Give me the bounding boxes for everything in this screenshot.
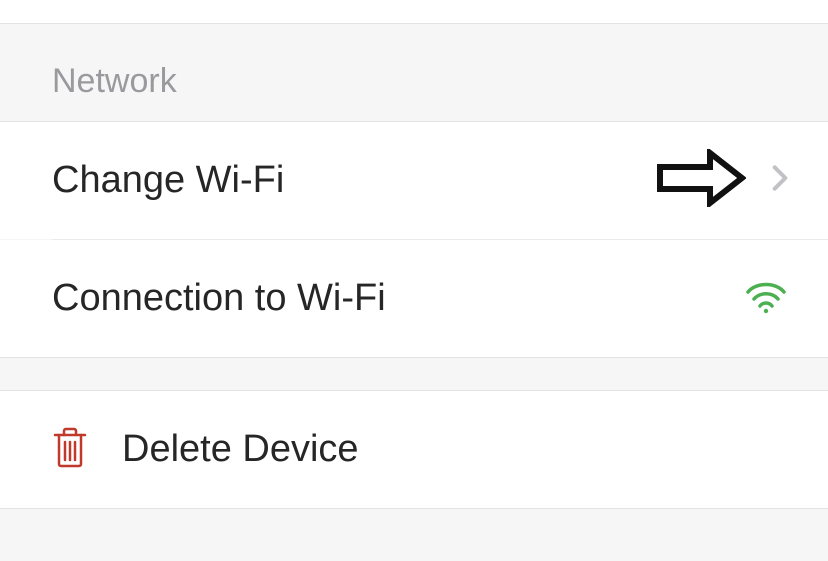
section-gap [0,357,828,391]
wifi-icon [744,278,788,319]
trash-icon [52,426,88,473]
connection-wifi-label: Connection to Wi-Fi [52,277,386,320]
bottom-space [0,508,828,561]
arrow-right-icon [656,149,746,212]
delete-device-row[interactable]: Delete Device [0,391,828,508]
connection-wifi-row[interactable]: Connection to Wi-Fi [0,240,828,357]
delete-device-label: Delete Device [122,428,359,471]
network-section-header: Network [0,24,828,122]
chevron-right-icon [772,164,788,197]
change-wifi-label: Change Wi-Fi [52,159,284,202]
network-header-label: Network [52,62,177,100]
top-whitespace [0,0,828,24]
change-wifi-row[interactable]: Change Wi-Fi [0,122,828,239]
